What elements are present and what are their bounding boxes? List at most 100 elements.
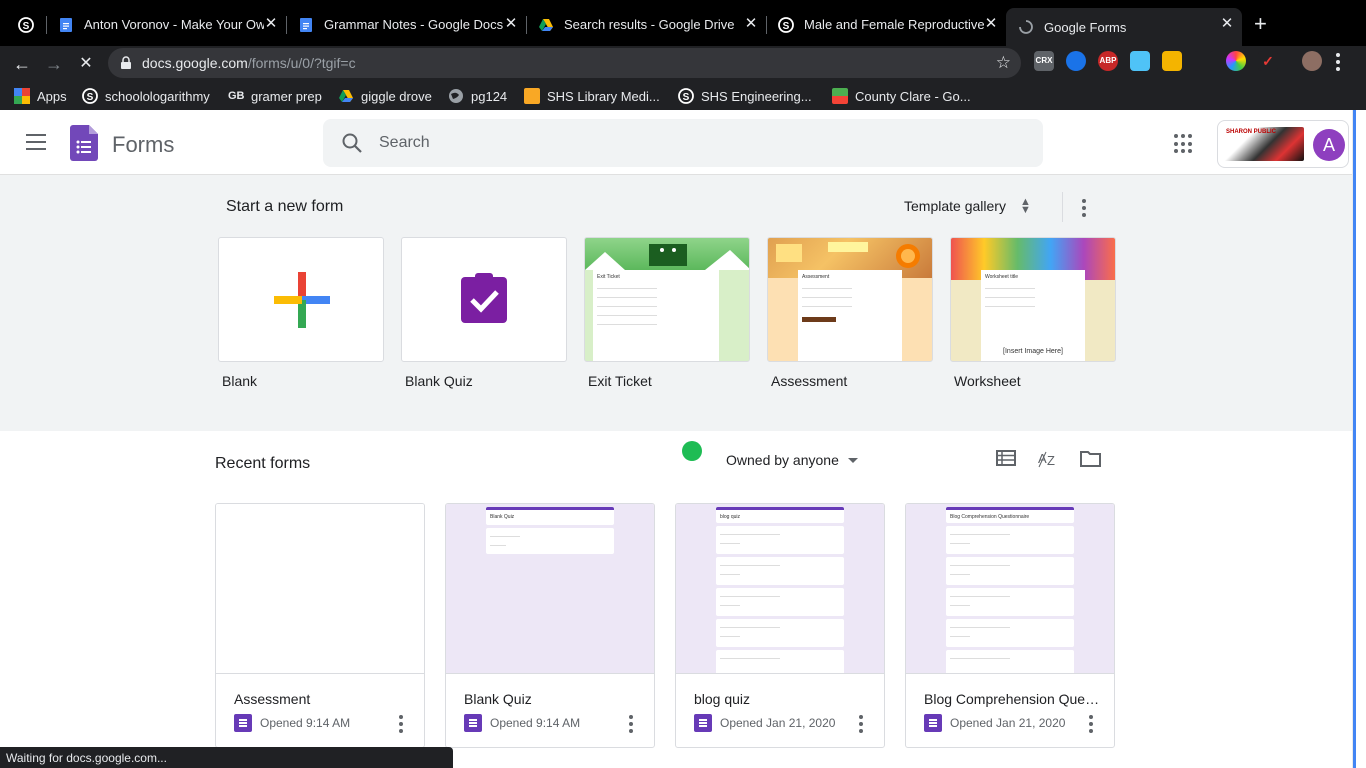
tab-title: Google Forms (1044, 19, 1127, 35)
face-extension-icon[interactable] (1162, 51, 1182, 71)
form-preview: Worksheet title [Insert Image Here] (981, 270, 1085, 361)
county-clare-icon (832, 88, 848, 104)
exit-ticket-banner (585, 238, 749, 270)
owner-filter-label: Owned by anyone (726, 452, 839, 468)
sort-az-icon[interactable]: A Z (1037, 448, 1059, 470)
svg-text:S: S (783, 21, 790, 32)
bookmark-star-icon[interactable]: ☆ (996, 53, 1011, 73)
lock-icon (121, 56, 131, 69)
svg-text:S: S (683, 92, 690, 103)
owl-extension-icon[interactable] (1066, 51, 1086, 71)
pen-extension-icon[interactable] (1130, 51, 1150, 71)
recent-form-card[interactable]: Blog Comprehension Questionnaire Blog Co… (905, 503, 1115, 748)
address-bar[interactable]: docs.google.com/forms/u/0/?tgif=c ☆ (108, 48, 1021, 78)
search-bar[interactable] (323, 119, 1043, 167)
url-host: docs.google.com (142, 55, 248, 71)
forms-logo-icon[interactable] (70, 125, 98, 161)
bookmark-giggle-drove[interactable]: giggle drove (338, 86, 432, 106)
browser-tab-strip: S Anton Voronov - Make Your Ow ✕ Grammar… (0, 0, 1366, 46)
google-apps-icon[interactable] (1174, 134, 1194, 154)
account-switcher[interactable]: SHARON PUBLIC A (1217, 120, 1349, 168)
opened-date: Opened 9:14 AM (490, 716, 581, 730)
chrome-menu-icon[interactable] (1336, 53, 1340, 74)
red-extension-icon[interactable]: ✓ (1258, 51, 1278, 71)
main-menu-icon[interactable] (26, 134, 46, 150)
apps-grid-icon (14, 88, 30, 104)
svg-text:S: S (23, 21, 30, 32)
loading-status-bar: Waiting for docs.google.com... (0, 747, 453, 768)
tab-google-forms[interactable]: Google Forms ✕ (1006, 8, 1242, 46)
url-text: docs.google.com/forms/u/0/?tgif=c (142, 55, 356, 71)
recent-forms-section: Recent forms Owned by anyone A Z Assessm… (0, 431, 1352, 768)
color-extension-icon[interactable] (1226, 51, 1246, 71)
template-exit-ticket[interactable]: Exit Ticket (584, 237, 750, 362)
search-icon[interactable] (341, 132, 363, 154)
more-options-icon[interactable] (629, 715, 633, 736)
avatar[interactable]: A (1313, 129, 1345, 161)
globe-icon (449, 89, 463, 103)
tab-reproductive[interactable]: S Male and Female Reproductive ✕ (766, 8, 1006, 41)
search-input[interactable] (379, 131, 979, 155)
tab-anton-voronov[interactable]: Anton Voronov - Make Your Ow ✕ (46, 8, 286, 41)
crx-extension-icon[interactable]: CRX (1034, 51, 1054, 71)
close-icon[interactable]: ✕ (744, 16, 758, 31)
form-name: Blog Comprehension Questionnaire (924, 691, 1102, 707)
profile-icon[interactable] (1302, 51, 1322, 71)
leaf-extension-icon[interactable] (1194, 51, 1214, 71)
preview-question (716, 557, 844, 585)
tab-grammar-notes[interactable]: Grammar Notes - Google Docs ✕ (286, 8, 526, 41)
bookmark-label: gramer prep (251, 88, 322, 104)
more-options-icon[interactable] (1089, 715, 1093, 736)
url-path: /forms/u/0/?tgif=c (247, 55, 356, 71)
stop-loading-icon[interactable]: ✕ (73, 51, 99, 77)
page-scrollbar[interactable] (1352, 110, 1366, 768)
schoology-icon: S (82, 88, 98, 104)
close-icon[interactable]: ✕ (504, 16, 518, 31)
forward-icon[interactable]: → (41, 51, 67, 77)
close-icon[interactable]: ✕ (1220, 16, 1234, 31)
list-view-icon[interactable] (996, 450, 1016, 466)
adblock-extension-icon[interactable]: ABP (1098, 51, 1118, 71)
tab-google-drive-search[interactable]: Search results - Google Drive ✕ (526, 8, 766, 41)
template-label: Blank Quiz (405, 373, 473, 389)
bookmark-schoolologarithmy[interactable]: S schoolologarithmy (82, 86, 210, 106)
bookmark-apps[interactable]: Apps (14, 86, 67, 106)
preview-header: blog quiz (716, 507, 844, 523)
close-icon[interactable]: ✕ (264, 16, 278, 31)
bookmark-county-clare[interactable]: County Clare - Go... (832, 86, 971, 106)
scrollbar-thumb[interactable] (1353, 110, 1356, 768)
bookmark-shs-engineering[interactable]: S SHS Engineering... (678, 86, 812, 106)
close-icon[interactable]: ✕ (984, 16, 998, 31)
bookmark-label: schoolologarithmy (105, 88, 210, 104)
tab-schoology-pinned[interactable]: S (6, 8, 46, 41)
template-assessment[interactable]: Assessment (767, 237, 933, 362)
bookmark-shs-library[interactable]: SHS Library Medi... (524, 86, 660, 106)
back-icon[interactable]: ← (9, 51, 35, 77)
template-worksheet[interactable]: Worksheet title [Insert Image Here] (950, 237, 1116, 362)
recent-form-card[interactable]: Assessment Opened 9:14 AM (215, 503, 425, 748)
preview-title: Assessment (802, 274, 830, 280)
bookmark-label: pg124 (471, 88, 508, 104)
recent-form-card[interactable]: blog quiz blog quiz Opened Jan 21, 2020 (675, 503, 885, 748)
folder-icon[interactable] (1080, 450, 1101, 467)
template-blank[interactable] (218, 237, 384, 362)
owner-filter-dropdown[interactable]: Owned by anyone (726, 452, 858, 468)
new-tab-icon[interactable]: + (1254, 13, 1267, 35)
template-blank-quiz[interactable] (401, 237, 567, 362)
bookmark-pg124[interactable]: pg124 (448, 86, 507, 106)
more-options-icon[interactable] (399, 715, 403, 736)
preview-title: blog quiz (720, 514, 741, 520)
form-meta: Opened Jan 21, 2020 (694, 714, 835, 732)
section-title: Recent forms (215, 455, 311, 472)
template-gallery-label: Template gallery (904, 198, 1006, 214)
bookmark-gramer-prep[interactable]: GB gramer prep (228, 86, 322, 106)
preview-question (486, 528, 614, 554)
bookmarks-bar: Apps S schoolologarithmy GB gramer prep … (0, 82, 1366, 110)
template-gallery-button[interactable]: Template gallery ▲ ▼ (904, 197, 1031, 216)
recent-form-card[interactable]: Blank Quiz Blank Quiz Opened 9:14 AM (445, 503, 655, 748)
more-options-icon[interactable] (859, 715, 863, 736)
tab-title: Male and Female Reproductive (804, 17, 984, 32)
more-options-icon[interactable] (1082, 199, 1086, 220)
preview-header: Blog Comprehension Questionnaire (946, 507, 1074, 523)
svg-text:S: S (87, 92, 94, 103)
